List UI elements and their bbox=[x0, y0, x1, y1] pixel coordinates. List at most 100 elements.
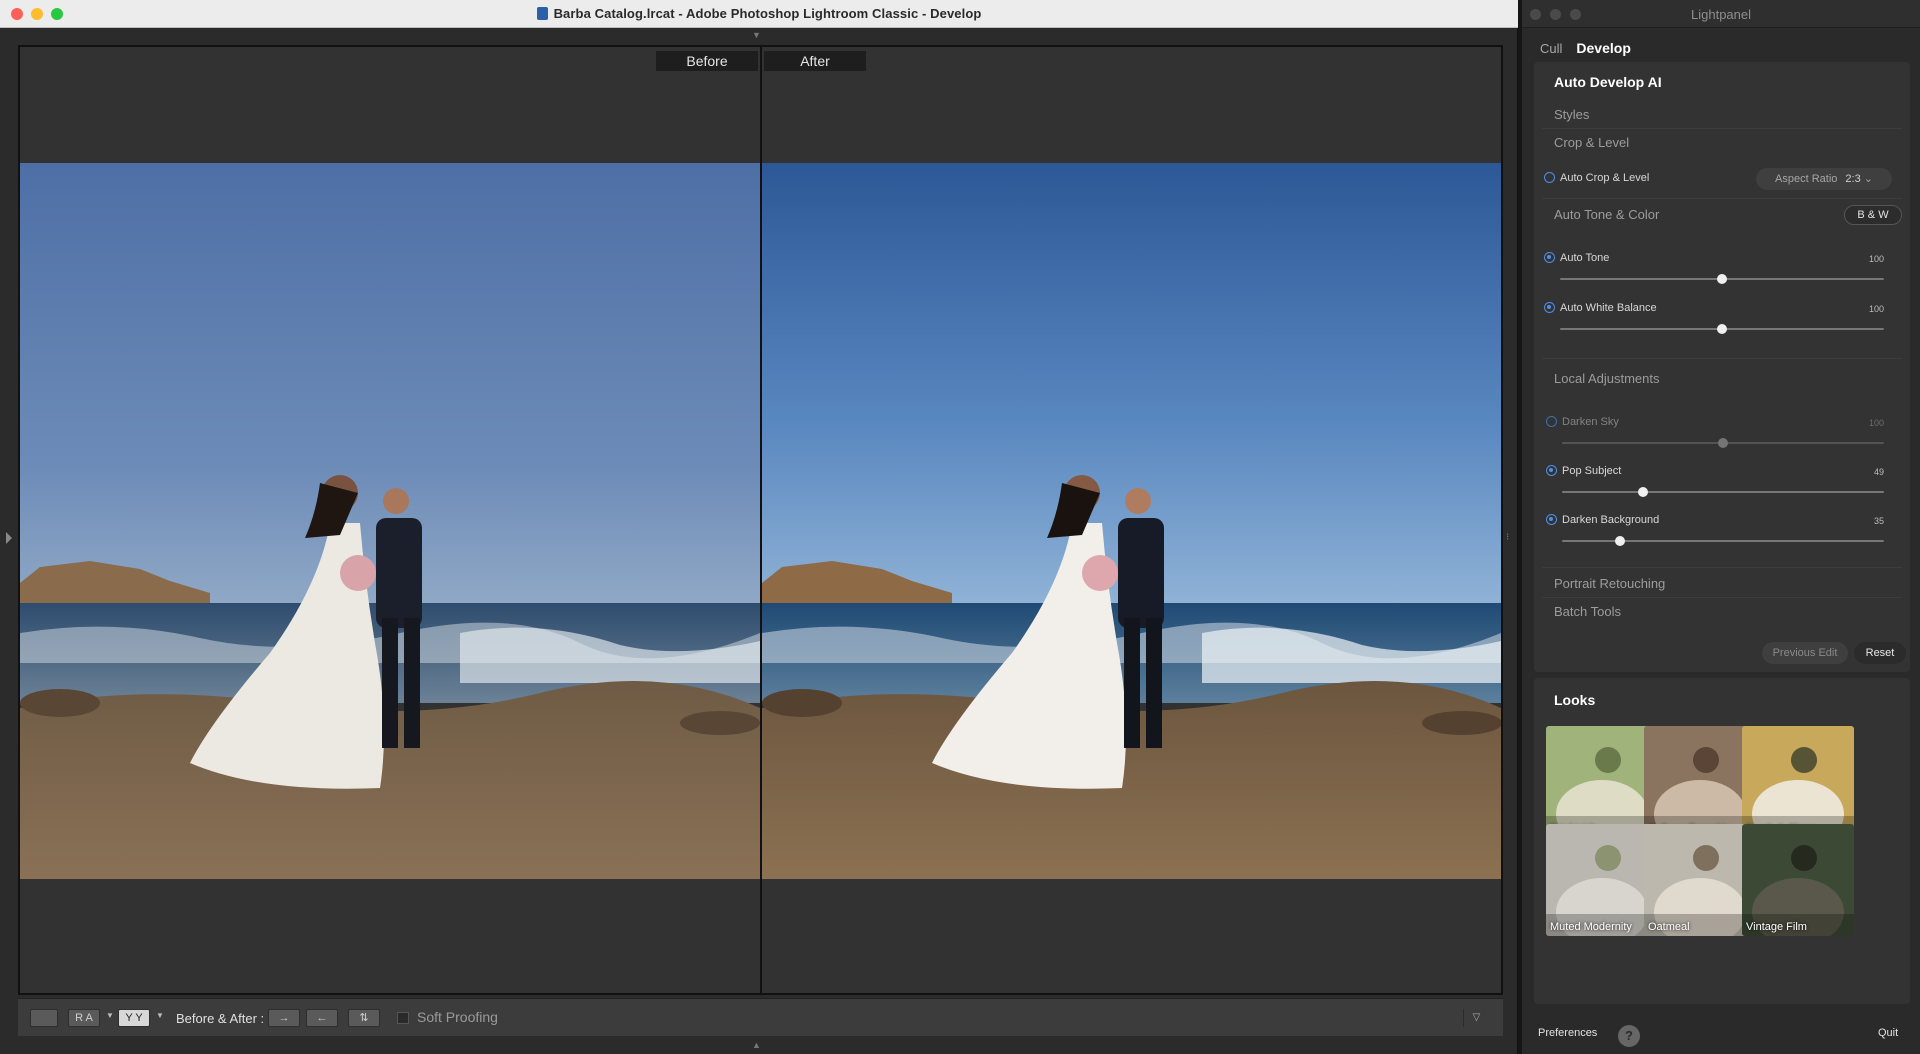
darken-background-value: 35 bbox=[1873, 516, 1884, 526]
before-after-view-label: Y Y bbox=[125, 1012, 143, 1024]
chevron-down-icon: ⌄ bbox=[1863, 173, 1873, 185]
preferences-button[interactable]: Preferences bbox=[1538, 1027, 1597, 1039]
copy-before-to-after-button[interactable]: → bbox=[268, 1009, 300, 1027]
separator bbox=[1542, 358, 1902, 359]
swap-before-after-button[interactable]: ⇅ bbox=[348, 1009, 380, 1027]
window-title: Barba Catalog.lrcat - Adobe Photoshop Li… bbox=[0, 6, 1518, 21]
darken-background-slider[interactable] bbox=[1562, 536, 1884, 546]
soft-proofing-label: Soft Proofing bbox=[417, 1009, 498, 1025]
darken-sky-radio[interactable] bbox=[1546, 416, 1557, 427]
after-photo[interactable] bbox=[762, 163, 1501, 879]
before-after-caret-icon[interactable]: ▼ bbox=[156, 1011, 164, 1020]
window-title-text: Barba Catalog.lrcat - Adobe Photoshop Li… bbox=[553, 6, 982, 21]
after-photo-image bbox=[762, 163, 1501, 879]
darken-sky-slider[interactable] bbox=[1562, 438, 1884, 448]
lightroom-window: Barba Catalog.lrcat - Adobe Photoshop Li… bbox=[0, 0, 1518, 1054]
lightpanel-tabs: Cull Develop bbox=[1540, 40, 1645, 58]
auto-wb-label: Auto White Balance bbox=[1560, 302, 1657, 314]
crop-level-section-toggle[interactable]: Crop & Level bbox=[1554, 135, 1629, 150]
bw-button[interactable]: B & W bbox=[1844, 205, 1902, 225]
batch-tools-section-toggle[interactable]: Batch Tools bbox=[1554, 604, 1621, 619]
copy-after-to-before-button[interactable]: ← bbox=[306, 1009, 338, 1027]
separator bbox=[1542, 198, 1902, 199]
reset-button[interactable]: Reset bbox=[1854, 642, 1906, 664]
aspect-ratio-dropdown[interactable]: Aspect Ratio 2:3 ⌄ bbox=[1756, 168, 1892, 190]
lightroom-titlebar: Barba Catalog.lrcat - Adobe Photoshop Li… bbox=[0, 0, 1518, 28]
look-thumbnail[interactable]: Fresh & Clean bbox=[1742, 726, 1854, 838]
tone-color-section-toggle[interactable]: Auto Tone & Color bbox=[1554, 207, 1659, 222]
soft-proofing-checkbox[interactable] bbox=[397, 1012, 409, 1024]
desktop: Barba Catalog.lrcat - Adobe Photoshop Li… bbox=[0, 0, 1920, 1054]
darken-background-label: Darken Background bbox=[1562, 514, 1660, 526]
before-photo-image bbox=[20, 163, 760, 879]
auto-wb-slider[interactable] bbox=[1560, 324, 1884, 334]
look-thumbnail[interactable]: Call me Pumpkin bbox=[1644, 726, 1756, 838]
look-thumbnail[interactable]: Brightside bbox=[1546, 726, 1658, 838]
separator bbox=[1542, 128, 1902, 129]
look-thumbnail-image bbox=[1644, 726, 1756, 838]
darken-sky-value: 100 bbox=[1868, 418, 1884, 428]
previous-edit-button[interactable]: Previous Edit bbox=[1762, 642, 1848, 664]
portrait-retouching-section-toggle[interactable]: Portrait Retouching bbox=[1554, 576, 1665, 591]
look-thumbnail[interactable]: Muted Modernity bbox=[1546, 824, 1658, 936]
before-photo[interactable] bbox=[20, 163, 760, 879]
look-thumbnail[interactable]: Oatmeal bbox=[1644, 824, 1756, 936]
pop-subject-slider[interactable] bbox=[1562, 487, 1884, 497]
tab-develop[interactable]: Develop bbox=[1576, 40, 1630, 56]
pop-subject-label: Pop Subject bbox=[1562, 465, 1622, 477]
auto-tone-slider[interactable] bbox=[1560, 274, 1884, 284]
toolbar-content-dropdown-icon[interactable]: ▽ bbox=[1463, 1009, 1489, 1027]
auto-tone-radio[interactable] bbox=[1544, 252, 1555, 263]
before-after-view-button[interactable]: Y Y bbox=[118, 1009, 150, 1027]
look-thumbnail[interactable]: Vintage Film bbox=[1742, 824, 1854, 936]
auto-wb-slider-knob[interactable] bbox=[1717, 324, 1727, 334]
lightpanel-titlebar: Lightpanel bbox=[1522, 0, 1920, 28]
separator bbox=[1542, 567, 1902, 568]
before-label: Before bbox=[656, 51, 758, 71]
look-thumbnail-image bbox=[1742, 824, 1854, 936]
look-name-label: Muted Modernity bbox=[1550, 921, 1632, 933]
darken-background-radio[interactable] bbox=[1546, 514, 1557, 525]
separator bbox=[1542, 597, 1902, 598]
help-button[interactable]: ? bbox=[1618, 1025, 1640, 1047]
auto-wb-radio[interactable] bbox=[1544, 302, 1555, 313]
darken-sky-slider-knob[interactable] bbox=[1718, 438, 1728, 448]
lightpanel-title: Lightpanel bbox=[1691, 7, 1751, 22]
look-name-label: Vintage Film bbox=[1746, 921, 1807, 933]
darken-background-slider-knob[interactable] bbox=[1614, 536, 1625, 546]
styles-section-toggle[interactable]: Styles bbox=[1554, 107, 1589, 122]
show-left-panel-icon[interactable] bbox=[6, 532, 12, 544]
local-adjustments-section-toggle[interactable]: Local Adjustments bbox=[1554, 371, 1660, 386]
show-top-panel-icon[interactable]: ▼ bbox=[752, 30, 761, 40]
catalog-document-icon bbox=[536, 7, 548, 20]
loupe-view-button[interactable] bbox=[30, 1009, 58, 1027]
aspect-ratio-label: Aspect Ratio bbox=[1775, 173, 1838, 185]
after-pane: After bbox=[762, 47, 1501, 993]
looks-section: Looks BrightsideCall me PumpkinFresh & C… bbox=[1534, 678, 1910, 1004]
auto-tone-label: Auto Tone bbox=[1560, 252, 1610, 264]
pop-subject-value: 49 bbox=[1873, 467, 1884, 477]
pop-subject-radio[interactable] bbox=[1546, 465, 1557, 476]
quit-button[interactable]: Quit bbox=[1878, 1027, 1898, 1039]
reference-view-label: R A bbox=[75, 1012, 93, 1024]
tab-cull[interactable]: Cull bbox=[1540, 41, 1562, 56]
look-thumbnail-image bbox=[1644, 824, 1756, 936]
panel-resize-handle-icon[interactable]: ⁝ bbox=[1506, 532, 1509, 543]
reference-view-button[interactable]: R A bbox=[68, 1009, 100, 1027]
look-name-label: Oatmeal bbox=[1648, 921, 1690, 933]
auto-crop-label: Auto Crop & Level bbox=[1560, 172, 1650, 184]
look-thumbnail-image bbox=[1742, 726, 1854, 838]
looks-header: Looks bbox=[1554, 692, 1596, 708]
show-filmstrip-icon[interactable]: ▲ bbox=[752, 1040, 761, 1050]
auto-crop-radio[interactable] bbox=[1544, 172, 1555, 183]
after-label: After bbox=[764, 51, 866, 71]
auto-wb-value: 100 bbox=[1868, 304, 1884, 314]
aspect-ratio-value: 2:3 bbox=[1845, 173, 1861, 185]
look-thumbnail-image bbox=[1546, 824, 1658, 936]
auto-develop-header: Auto Develop AI bbox=[1554, 74, 1662, 90]
pop-subject-slider-knob[interactable] bbox=[1637, 487, 1648, 497]
auto-develop-section: Auto Develop AI Styles Crop & Level Auto… bbox=[1534, 62, 1910, 672]
auto-tone-slider-knob[interactable] bbox=[1717, 274, 1727, 284]
reference-view-caret-icon[interactable]: ▼ bbox=[106, 1011, 114, 1020]
darken-sky-label: Darken Sky bbox=[1562, 416, 1619, 428]
